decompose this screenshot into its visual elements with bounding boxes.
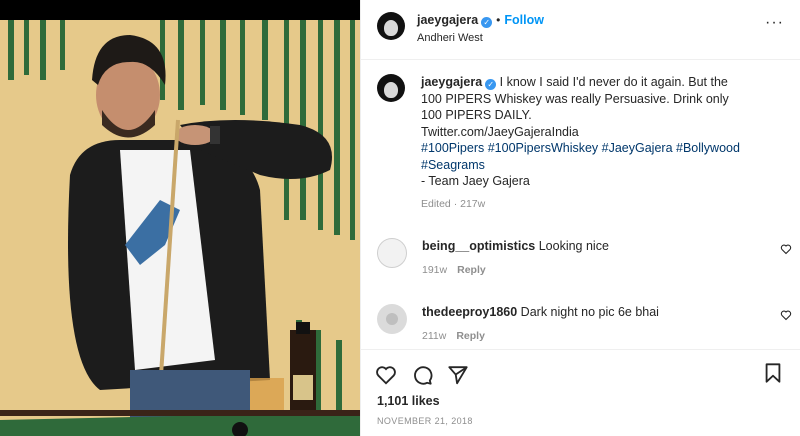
caption-signoff: - Team Jaey Gajera <box>421 174 530 188</box>
reply-button[interactable]: Reply <box>456 330 485 342</box>
separator-dot: • <box>496 13 501 27</box>
comment-icon[interactable] <box>411 364 433 386</box>
post-caption: jaeygajera ✓ I know I said I'd never do i… <box>377 74 784 212</box>
comment-item: thedeeproy1860 Dark night no pic 6e bhai… <box>377 304 792 344</box>
post-header: jaeygajera ✓ • Follow Andheri West ··· <box>361 0 800 60</box>
commenter-avatar[interactable] <box>377 238 407 268</box>
edited-label: Edited <box>421 197 451 210</box>
post-location[interactable]: Andheri West <box>417 30 544 46</box>
follow-button[interactable]: Follow <box>504 13 544 27</box>
comment-text: Dark night no pic 6e bhai <box>520 305 659 319</box>
caption-time[interactable]: 217w <box>460 198 485 210</box>
instagram-post: jaeygajera ✓ • Follow Andheri West ··· jaey… <box>0 0 800 436</box>
comment-text: Looking nice <box>538 239 609 253</box>
more-options-icon[interactable]: ··· <box>765 14 784 32</box>
caption-avatar[interactable] <box>377 74 405 102</box>
commenter-avatar[interactable] <box>377 304 407 334</box>
post-date[interactable]: NOVEMBER 21, 2018 <box>361 408 800 426</box>
comment-username[interactable]: thedeeproy1860 <box>422 305 517 319</box>
author-username[interactable]: jaeygajera <box>417 13 478 27</box>
verified-badge-icon: ✓ <box>485 79 497 90</box>
comment-time[interactable]: 191w <box>422 264 447 276</box>
caption-username[interactable]: jaeygajera <box>421 75 482 89</box>
caption-twitter-link: Twitter.com/JaeyGajeraIndia <box>421 124 579 139</box>
comment-item: being__optimistics Looking nice 191w Repl… <box>377 238 792 278</box>
author-avatar[interactable] <box>377 12 405 40</box>
reply-button[interactable]: Reply <box>457 264 486 276</box>
post-sidebar: jaeygajera ✓ • Follow Andheri West ··· jaey… <box>360 0 800 436</box>
share-icon[interactable] <box>447 364 469 386</box>
likes-count[interactable]: 1,101 likes <box>361 390 800 408</box>
heart-icon[interactable] <box>375 364 397 386</box>
post-photo[interactable] <box>0 0 360 436</box>
comments-section[interactable]: jaeygajera ✓ I know I said I'd never do i… <box>361 60 800 350</box>
comment-like-heart-icon[interactable] <box>780 309 792 321</box>
caption-hashtags[interactable]: #100Pipers #100PipersWhiskey #JaeyGajera… <box>421 140 751 173</box>
comment-like-heart-icon[interactable] <box>780 243 792 255</box>
comment-username[interactable]: being__optimistics <box>422 239 535 253</box>
comment-time[interactable]: 211w <box>422 330 446 342</box>
photo-illustration <box>0 20 360 436</box>
bookmark-icon[interactable] <box>762 362 784 384</box>
action-bar <box>361 350 800 390</box>
verified-badge-icon: ✓ <box>481 17 493 28</box>
caption-meta: Edited · 217w <box>421 197 486 210</box>
